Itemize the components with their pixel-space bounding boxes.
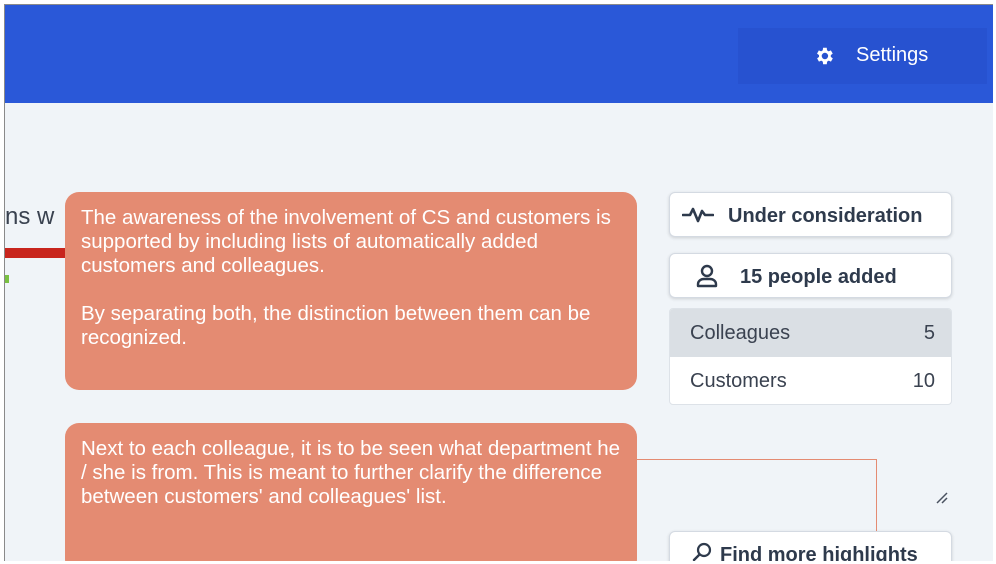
status-button[interactable]: Under consideration	[669, 192, 952, 237]
user-icon	[696, 264, 718, 288]
activity-icon	[682, 207, 714, 223]
find-highlights-label: Find more highlights	[720, 544, 918, 561]
app-frame: Settings ns w The awareness of the invol…	[4, 4, 993, 561]
annotation-paragraph: By separating both, the distinction betw…	[81, 302, 591, 349]
annotation-connector	[637, 459, 877, 460]
list-item-customers[interactable]: Customers 10	[670, 357, 951, 404]
search-icon	[692, 542, 712, 561]
annotation-callout-departments: Next to each colleague, it is to be seen…	[65, 423, 637, 561]
top-navigation-bar: Settings	[5, 5, 993, 103]
gear-icon	[817, 47, 833, 65]
annotation-paragraph: Next to each colleague, it is to be seen…	[81, 437, 621, 508]
status-marker	[5, 275, 9, 283]
status-label: Under consideration	[728, 205, 923, 227]
group-name: Colleagues	[690, 322, 791, 344]
page-heading: ns w	[5, 203, 55, 230]
group-count: 5	[923, 322, 935, 344]
people-added-button[interactable]: 15 people added	[669, 253, 952, 298]
settings-label: Settings	[856, 44, 929, 66]
find-highlights-button[interactable]: Find more highlights	[669, 531, 952, 561]
list-item-colleagues[interactable]: Colleagues 5	[670, 309, 951, 357]
people-added-label: 15 people added	[740, 266, 897, 288]
group-count: 10	[912, 370, 935, 392]
people-group-list: Colleagues 5 Customers 10	[669, 308, 952, 405]
group-name: Customers	[690, 370, 787, 392]
settings-button[interactable]: Settings	[738, 28, 987, 84]
progress-indicator	[5, 248, 69, 258]
annotation-paragraph: The awareness of the involvement of CS a…	[81, 206, 611, 277]
annotation-callout-lists: The awareness of the involvement of CS a…	[65, 192, 637, 390]
resize-handle-icon[interactable]	[935, 491, 949, 505]
